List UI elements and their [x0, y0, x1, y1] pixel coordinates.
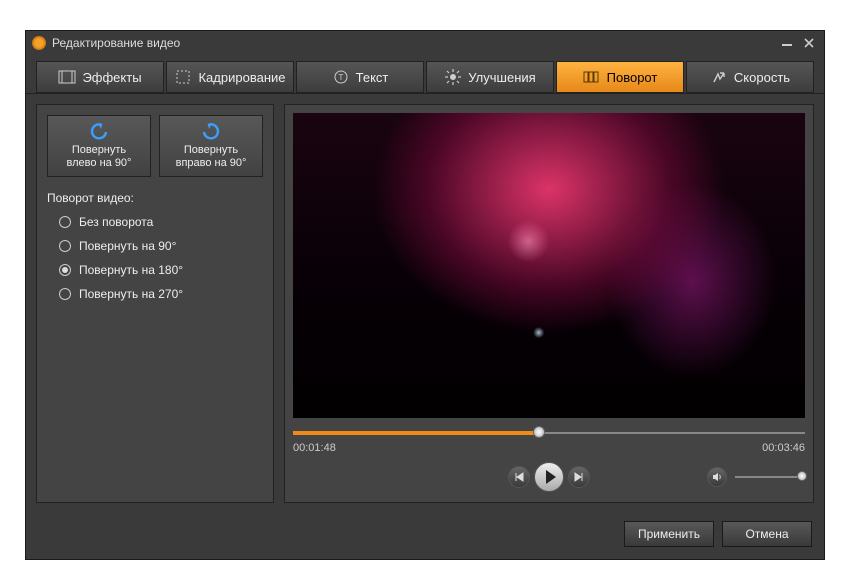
radio-rotate-90[interactable]: Повернуть на 90°	[59, 239, 263, 253]
rotate-left-icon	[88, 122, 110, 140]
rotate-section-label: Поворот видео:	[47, 191, 263, 205]
timeline-thumb[interactable]	[533, 426, 545, 438]
prev-button[interactable]	[508, 466, 530, 488]
svg-text:T: T	[338, 73, 343, 82]
apply-button[interactable]: Применить	[624, 521, 714, 547]
timeline-progress	[293, 431, 539, 435]
rotate-left-label-1: Повернуть	[72, 144, 126, 157]
editor-body: Повернуть влево на 90° Повернуть вправо …	[26, 94, 824, 513]
radio-label: Повернуть на 270°	[79, 287, 183, 301]
apply-label: Применить	[638, 527, 700, 541]
volume-button[interactable]	[707, 467, 727, 487]
tab-enhance[interactable]: Улучшения	[426, 61, 554, 93]
volume-thumb[interactable]	[797, 471, 807, 481]
tab-label: Улучшения	[468, 70, 535, 85]
crop-icon	[174, 68, 192, 86]
tab-speed[interactable]: Скорость	[686, 61, 814, 93]
tab-label: Текст	[356, 70, 389, 85]
rotate-right-label-1: Повернуть	[184, 144, 238, 157]
volume-track	[735, 476, 805, 478]
cancel-button[interactable]: Отмена	[722, 521, 812, 547]
tab-crop[interactable]: Кадрирование	[166, 61, 294, 93]
text-icon: T	[332, 68, 350, 86]
footer-buttons: Применить Отмена	[26, 513, 824, 559]
player-controls	[293, 460, 805, 494]
tab-label: Поворот	[607, 70, 658, 85]
close-icon[interactable]	[800, 36, 818, 50]
timeline-slider[interactable]	[293, 428, 805, 438]
rotate-panel: Повернуть влево на 90° Повернуть вправо …	[36, 104, 274, 503]
preview-area: 00:01:48 00:03:46	[284, 104, 814, 503]
tab-rotate[interactable]: Поворот	[556, 61, 684, 93]
rotate-right-icon	[200, 122, 222, 140]
play-button[interactable]	[534, 462, 564, 492]
enhance-icon	[444, 68, 462, 86]
rotate-left-label-2: влево на 90°	[67, 157, 132, 170]
video-content	[293, 113, 805, 418]
radio-label: Повернуть на 90°	[79, 239, 176, 253]
window-title: Редактирование видео	[52, 36, 180, 50]
radio-rotate-270[interactable]: Повернуть на 270°	[59, 287, 263, 301]
radio-icon	[59, 240, 71, 252]
rotate-icon	[583, 68, 601, 86]
tab-bar: Эффекты Кадрирование T Текст Улучшения П…	[26, 55, 824, 94]
tab-label: Скорость	[734, 70, 790, 85]
radio-no-rotation[interactable]: Без поворота	[59, 215, 263, 229]
cancel-label: Отмена	[745, 527, 788, 541]
tab-text[interactable]: T Текст	[296, 61, 424, 93]
app-icon	[32, 36, 46, 50]
rotate-right-label-2: вправо на 90°	[176, 157, 247, 170]
total-time: 00:03:46	[762, 442, 805, 454]
volume-slider[interactable]	[735, 472, 805, 482]
video-preview[interactable]	[293, 113, 805, 418]
tab-label: Кадрирование	[198, 70, 285, 85]
radio-rotate-180[interactable]: Повернуть на 180°	[59, 263, 263, 277]
speed-icon	[710, 68, 728, 86]
radio-icon	[59, 216, 71, 228]
tab-effects[interactable]: Эффекты	[36, 61, 164, 93]
radio-label: Повернуть на 180°	[79, 263, 183, 277]
next-button[interactable]	[568, 466, 590, 488]
radio-icon	[59, 288, 71, 300]
titlebar: Редактирование видео	[26, 31, 824, 55]
radio-label: Без поворота	[79, 215, 153, 229]
minimize-icon[interactable]	[778, 36, 796, 50]
rotate-left-button[interactable]: Повернуть влево на 90°	[47, 115, 151, 177]
current-time: 00:01:48	[293, 442, 336, 454]
tab-label: Эффекты	[82, 70, 141, 85]
editor-window: Редактирование видео Эффекты Кадрировани…	[25, 30, 825, 560]
radio-icon	[59, 264, 71, 276]
rotate-right-button[interactable]: Повернуть вправо на 90°	[159, 115, 263, 177]
effects-icon	[58, 68, 76, 86]
